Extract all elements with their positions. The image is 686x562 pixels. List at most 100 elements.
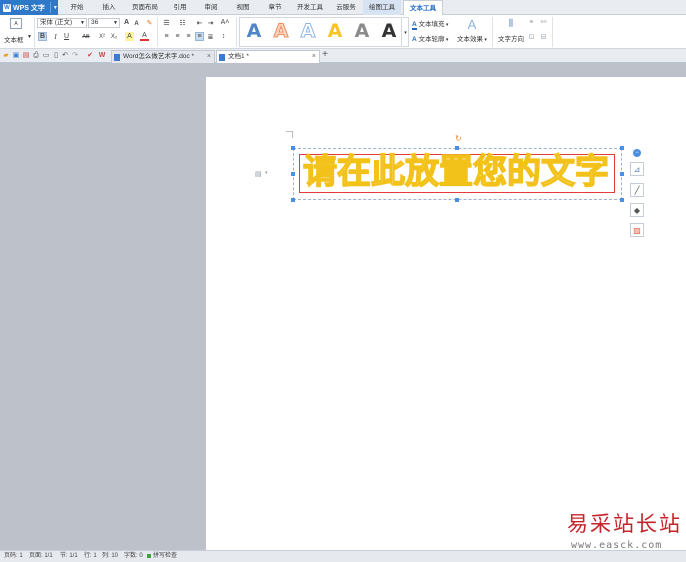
text-direction-button[interactable]: 文字方向	[498, 33, 524, 43]
textbox-button[interactable]: 文本框	[4, 34, 24, 44]
close-icon[interactable]: ×	[312, 51, 316, 63]
resize-handle[interactable]	[455, 198, 459, 202]
redo-icon[interactable]: ↷	[71, 51, 79, 60]
app-name: WPS 文字	[13, 4, 45, 12]
link-icon[interactable]: ⚭	[527, 17, 536, 26]
doc-tab[interactable]: Word怎么做艺术字.doc * ×	[111, 50, 215, 63]
textbox-link-icon[interactable]: ⊡	[527, 32, 536, 41]
resize-handle[interactable]	[291, 198, 295, 202]
chevron-down-icon: ▼	[80, 20, 85, 26]
bullet-list-icon[interactable]: ☰	[162, 18, 171, 27]
app-menu-button[interactable]: W WPS 文字 ▼	[0, 0, 58, 15]
resize-handle[interactable]	[620, 146, 624, 150]
tab-page-layout[interactable]: 页面布局	[125, 0, 165, 15]
tab-start[interactable]: 开始	[61, 0, 93, 15]
font-grow-button[interactable]: A	[122, 18, 131, 27]
format-painter-icon[interactable]: ✔	[86, 51, 94, 60]
paste-icon[interactable]: ▯	[52, 51, 60, 60]
tab-review[interactable]: 审阅	[195, 0, 227, 15]
font-color-button[interactable]: A	[140, 32, 149, 41]
chevron-down-icon: ▼	[113, 20, 118, 26]
superscript-button[interactable]: X²	[97, 32, 107, 41]
clear-format-icon[interactable]: ✎	[145, 18, 154, 27]
resize-handle[interactable]	[291, 146, 295, 150]
increase-indent-icon[interactable]: ⇥	[206, 18, 215, 27]
tab-cloud[interactable]: 云服务	[329, 0, 363, 15]
close-icon[interactable]: ×	[207, 51, 211, 63]
font-size-up-icon[interactable]: A˄	[219, 18, 231, 27]
tab-insert[interactable]: 插入	[93, 0, 125, 15]
shape-effect-icon[interactable]: ▨	[630, 223, 644, 237]
shape-outline-icon[interactable]: ╱	[630, 183, 644, 197]
collapse-icon[interactable]: −	[633, 149, 641, 157]
bold-button[interactable]: B	[38, 32, 47, 41]
wordart-style-2[interactable]: A	[270, 18, 292, 44]
wordart-style-3[interactable]: A	[297, 18, 319, 44]
numbered-list-icon[interactable]: ☷	[178, 18, 187, 27]
highlight-button[interactable]: A	[125, 32, 134, 41]
doc-tab-active[interactable]: 文档1 * ×	[216, 50, 320, 63]
spell-check-toggle[interactable]: 拼写检查	[147, 551, 177, 562]
new-tab-icon[interactable]: +	[321, 50, 329, 60]
unlink-icon[interactable]: ⚯	[539, 17, 548, 26]
tab-drawing-tools[interactable]: 绘图工具	[363, 0, 401, 15]
text-outline-button[interactable]: A 文本轮廓 ▾	[412, 33, 448, 43]
tab-references[interactable]: 引用	[165, 0, 195, 15]
document-icon	[114, 54, 120, 61]
watermark-text: 易采站长站	[567, 512, 682, 536]
document-icon	[219, 54, 225, 61]
wps-office-icon[interactable]: W	[98, 51, 106, 60]
font-size-select[interactable]: 36 ▼	[88, 18, 120, 28]
wordart-text[interactable]: 请在此放置您的文字	[302, 151, 617, 194]
open-folder-icon[interactable]: ▰	[2, 51, 10, 60]
save-icon[interactable]: ▣	[12, 51, 20, 60]
subscript-button[interactable]: X₂	[109, 32, 119, 41]
resize-handle[interactable]	[291, 172, 295, 176]
decrease-indent-icon[interactable]: ⇤	[195, 18, 204, 27]
strikethrough-button[interactable]: AB	[80, 32, 92, 41]
chevron-down-icon[interactable]: ▾	[265, 170, 268, 176]
textbox-unlink-icon[interactable]: ⊟	[539, 32, 548, 41]
tab-view[interactable]: 视图	[227, 0, 259, 15]
tab-chapter[interactable]: 章节	[259, 0, 291, 15]
align-center-icon[interactable]: ≡	[173, 32, 182, 41]
wordart-style-5[interactable]: A	[351, 18, 373, 44]
gallery-more-icon[interactable]: ▾	[403, 17, 409, 47]
wps-logo-icon: W	[3, 3, 11, 12]
resize-handle[interactable]	[620, 198, 624, 202]
layout-options-icon[interactable]: ⊿	[630, 162, 644, 176]
align-left-icon[interactable]: ≡	[162, 32, 171, 41]
justify-icon[interactable]: ≡	[195, 32, 204, 41]
wordart-style-4[interactable]: A	[324, 18, 346, 44]
distributed-icon[interactable]: ≣	[206, 32, 215, 41]
wordart-style-6[interactable]: A	[378, 18, 400, 44]
undo-icon[interactable]: ↶	[61, 51, 69, 60]
watermark-url: www.easck.com	[571, 540, 663, 551]
text-fill-button[interactable]: A 文本填充 ▾	[412, 18, 448, 30]
text-outline-icon: A	[412, 36, 417, 43]
resize-handle[interactable]	[620, 172, 624, 176]
menu-bar: W WPS 文字 ▼ 开始 插入 页面布局 引用 审阅 视图 章节 开发工具 云…	[0, 0, 686, 16]
print-icon[interactable]: ⎙	[32, 51, 40, 60]
fill-bucket-icon[interactable]: ◆	[630, 203, 644, 217]
text-effect-icon[interactable]: A	[466, 17, 478, 32]
text-effect-button[interactable]: 文本效果 ▾	[457, 33, 487, 43]
textbox-icon[interactable]: A	[10, 18, 22, 29]
align-right-icon[interactable]: ≡	[184, 32, 193, 41]
chevron-down-icon[interactable]: ▼	[27, 34, 32, 40]
rotate-handle-icon[interactable]: ↻	[455, 135, 463, 143]
resize-handle[interactable]	[455, 146, 459, 150]
wordart-style-1[interactable]: A	[243, 18, 265, 44]
text-direction-icon[interactable]: ⫼	[505, 17, 517, 30]
export-pdf-icon[interactable]: ▤	[22, 51, 30, 60]
anchor-icon[interactable]: ▤	[255, 170, 263, 178]
italic-button[interactable]: I	[51, 32, 60, 41]
font-name-select[interactable]: 宋体 (正文) ▼	[37, 18, 87, 28]
status-row: 行: 1	[84, 553, 97, 559]
underline-button[interactable]: U	[62, 32, 71, 41]
tab-developer[interactable]: 开发工具	[291, 0, 329, 15]
line-spacing-icon[interactable]: ↕	[219, 32, 228, 41]
font-shrink-button[interactable]: A	[132, 19, 141, 28]
tab-text-tools[interactable]: 文本工具	[403, 0, 443, 16]
print-preview-icon[interactable]: ▭	[42, 51, 50, 60]
